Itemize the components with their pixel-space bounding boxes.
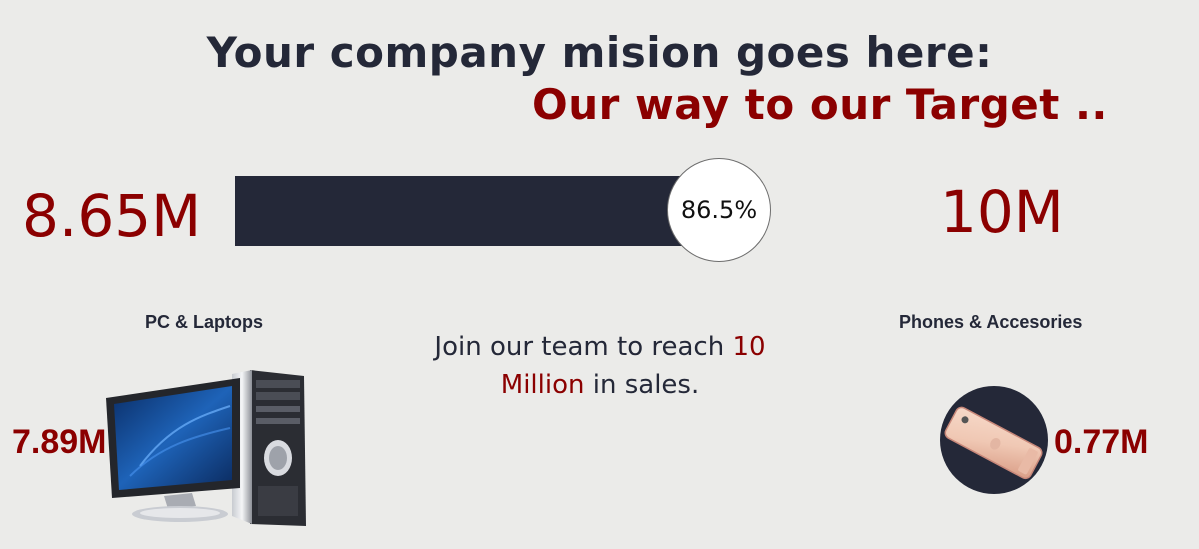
- page-title: Your company mision goes here:: [206, 28, 993, 77]
- join-message-part2: in sales.: [584, 370, 700, 400]
- page-subtitle: Our way to our Target ..: [532, 80, 1108, 129]
- category-value-phones: 0.77M: [1054, 423, 1149, 461]
- join-message-part1: Join our team to reach: [434, 332, 733, 362]
- progress-percent-label: 86.5%: [680, 196, 758, 224]
- current-sales-value: 8.65M: [22, 182, 202, 250]
- progress-percent-badge: 86.5%: [667, 158, 771, 262]
- progress-bar-fill: [235, 176, 719, 246]
- join-message: Join our team to reach 10 Million in sal…: [400, 328, 800, 404]
- target-sales-value: 10M: [940, 178, 1064, 246]
- smartphone-icon: [944, 406, 1043, 480]
- category-label-phones: Phones & Accesories: [899, 312, 1083, 332]
- desktop-computer-icon: [106, 370, 306, 526]
- category-label-pc: PC & Laptops: [145, 312, 264, 332]
- category-value-pc: 7.89M: [12, 423, 107, 461]
